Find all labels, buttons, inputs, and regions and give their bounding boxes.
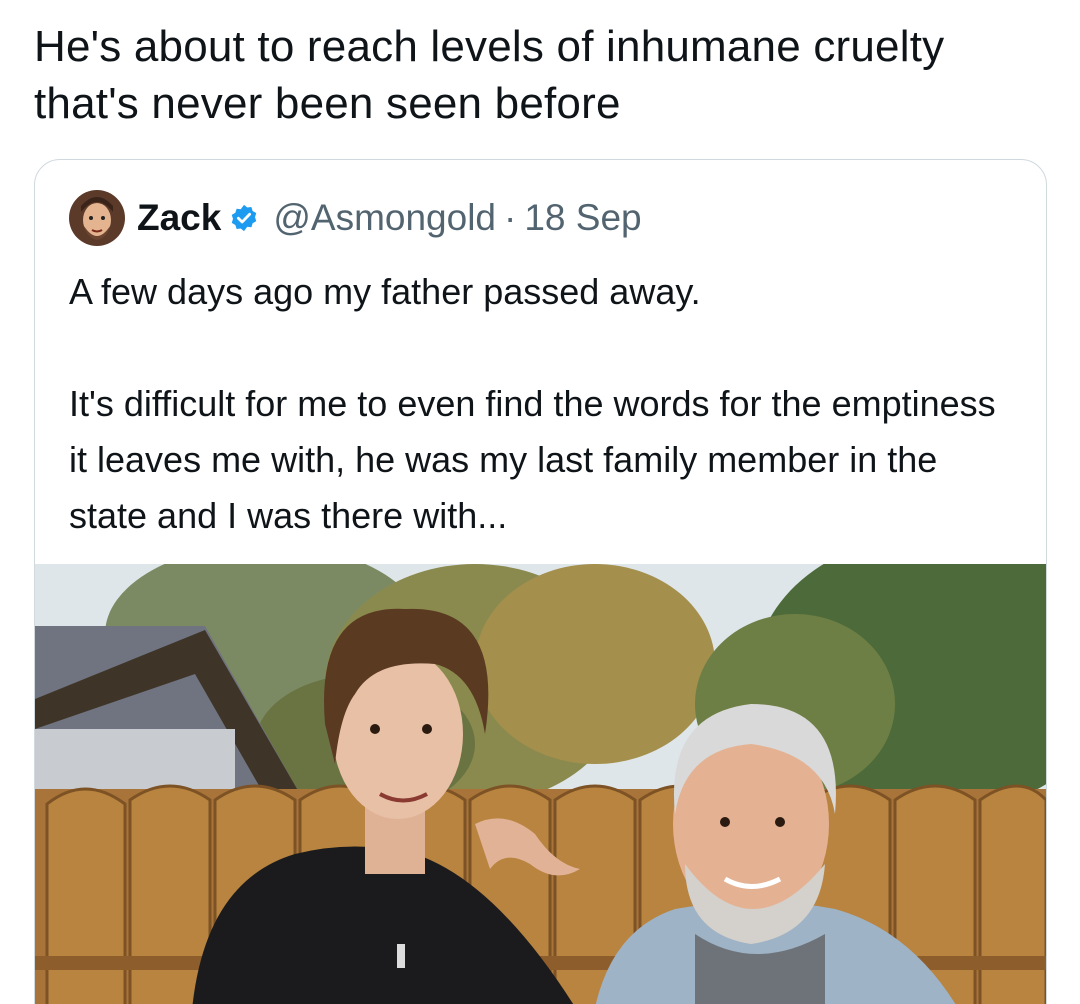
quoted-tweet-card[interactable]: Zack @Asmongold · 18 Sep A few days ago … — [34, 159, 1047, 1004]
quoted-tweet-line: A few days ago my father passed away. — [69, 271, 701, 312]
quoted-tweet-header: Zack @Asmongold · 18 Sep — [69, 190, 642, 246]
display-name[interactable]: Zack — [137, 197, 221, 239]
post-date[interactable]: 18 Sep — [524, 197, 641, 239]
post-text: He's about to reach levels of inhumane c… — [34, 22, 945, 128]
tweet-view: He's about to reach levels of inhumane c… — [0, 0, 1080, 1004]
avatar[interactable] — [69, 190, 125, 246]
verified-badge-icon — [229, 203, 259, 233]
quoted-tweet-text: A few days ago my father passed away. It… — [69, 264, 1019, 544]
attached-photo[interactable] — [35, 564, 1046, 1004]
separator-dot: · — [504, 197, 517, 238]
user-handle[interactable]: @Asmongold — [273, 197, 496, 239]
quoted-tweet-line: It's difficult for me to even find the w… — [69, 383, 996, 536]
